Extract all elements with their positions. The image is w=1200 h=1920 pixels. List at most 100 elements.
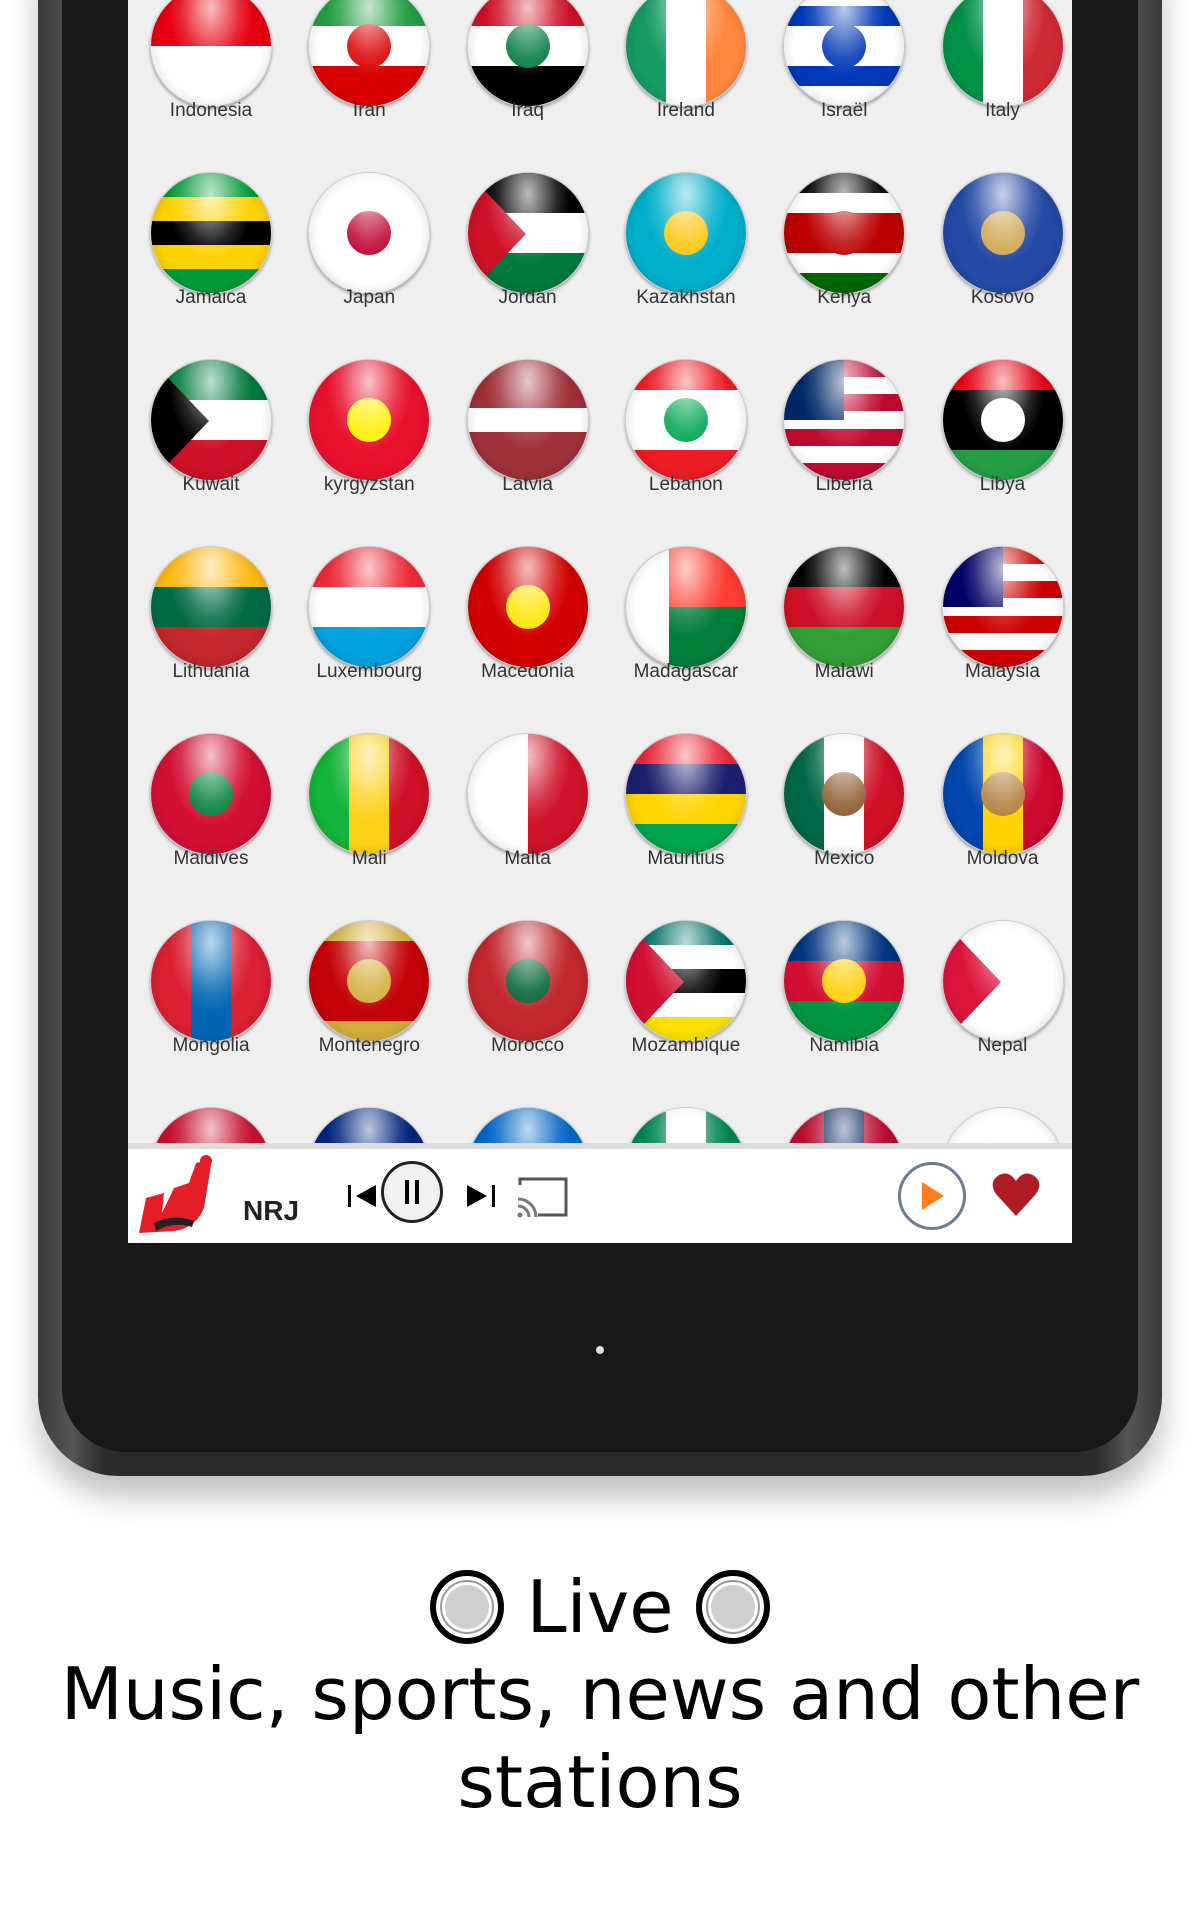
country-label: Latvia xyxy=(502,474,553,495)
camera-dot xyxy=(596,1346,604,1354)
country-label: kyrgyzstan xyxy=(323,474,415,495)
flag-icon xyxy=(466,546,589,668)
country-label: Iran xyxy=(352,100,386,121)
pause-button[interactable] xyxy=(381,1161,443,1223)
country-item[interactable]: Israël xyxy=(765,0,923,172)
country-item[interactable] xyxy=(132,1107,290,1143)
country-item[interactable]: Kosovo xyxy=(924,172,1073,359)
flag-icon xyxy=(308,546,431,668)
country-item[interactable]: kyrgyzstan xyxy=(290,359,448,546)
country-label: Montenegro xyxy=(318,1035,420,1056)
country-item[interactable]: Kenya xyxy=(765,172,923,359)
country-item[interactable]: Moldova xyxy=(924,733,1073,920)
country-label: Mozambique xyxy=(631,1035,741,1056)
cast-button[interactable] xyxy=(514,1173,572,1221)
country-item[interactable]: Mali xyxy=(290,733,448,920)
country-label: Maldives xyxy=(173,848,249,869)
skip-next-button[interactable] xyxy=(463,1179,497,1213)
flag-icon xyxy=(466,1107,589,1143)
country-item[interactable]: Jordan xyxy=(449,172,607,359)
app-screen: Indonesia Iran Iraq Ireland Israël Italy Jamai… xyxy=(128,0,1072,1243)
nrj-logo xyxy=(139,1155,212,1233)
flag-icon xyxy=(624,546,747,668)
play-button[interactable] xyxy=(898,1162,966,1230)
country-item[interactable]: Macedonia xyxy=(449,546,607,733)
country-item[interactable]: Kazakhstan xyxy=(607,172,765,359)
flag-icon xyxy=(466,172,589,294)
country-item[interactable] xyxy=(449,1107,607,1143)
country-item[interactable]: Lebanon xyxy=(607,359,765,546)
country-item[interactable] xyxy=(607,1107,765,1143)
country-item[interactable]: Malta xyxy=(449,733,607,920)
country-label: Lebanon xyxy=(648,474,723,495)
country-label: Japan xyxy=(343,287,396,308)
country-item[interactable]: Maldives xyxy=(132,733,290,920)
country-item[interactable]: Jamaica xyxy=(132,172,290,359)
country-item[interactable] xyxy=(765,1107,923,1143)
country-item[interactable]: Mauritius xyxy=(607,733,765,920)
country-item[interactable]: Kuwait xyxy=(132,359,290,546)
country-item[interactable]: Libya xyxy=(924,359,1073,546)
flag-icon xyxy=(466,920,589,1042)
country-item[interactable]: Latvia xyxy=(449,359,607,546)
country-item[interactable] xyxy=(290,1107,448,1143)
country-item[interactable]: Japan xyxy=(290,172,448,359)
flag-icon xyxy=(308,920,431,1042)
country-item[interactable]: Italy xyxy=(924,0,1073,172)
country-label: Israël xyxy=(820,100,868,121)
country-label: Mali xyxy=(351,848,387,869)
flag-icon xyxy=(624,172,747,294)
flag-icon xyxy=(783,920,906,1042)
flag-icon xyxy=(466,0,589,107)
skip-next-icon xyxy=(467,1185,495,1207)
skip-previous-icon xyxy=(348,1185,376,1207)
country-label: Macedonia xyxy=(481,661,575,682)
country-label: Libya xyxy=(979,474,1026,495)
flag-icon xyxy=(783,172,906,294)
flag-icon xyxy=(941,546,1064,668)
flag-icon xyxy=(783,359,906,481)
country-item[interactable]: Morocco xyxy=(449,920,607,1107)
country-item[interactable]: Iraq xyxy=(449,0,607,172)
tagline: Music, sports, news and other stations xyxy=(60,1652,1140,1824)
country-item[interactable]: Ireland xyxy=(607,0,765,172)
country-label: Liberia xyxy=(815,474,873,495)
country-label: Mauritius xyxy=(647,848,725,869)
flag-icon xyxy=(624,1107,747,1143)
country-label: Kosovo xyxy=(970,287,1035,308)
country-item[interactable]: Montenegro xyxy=(290,920,448,1107)
flag-icon xyxy=(308,733,431,855)
flag-icon xyxy=(941,733,1064,855)
country-label: Kenya xyxy=(817,287,872,308)
country-item[interactable]: Luxembourg xyxy=(290,546,448,733)
country-item[interactable] xyxy=(924,1107,1073,1143)
live-heading: Live xyxy=(0,1565,1200,1649)
country-item[interactable]: Indonesia xyxy=(132,0,290,172)
flag-icon xyxy=(150,546,272,668)
skip-previous-button[interactable] xyxy=(346,1179,380,1213)
country-item[interactable]: Madagascar xyxy=(607,546,765,733)
country-label: Italy xyxy=(985,100,1020,121)
country-item[interactable]: Liberia xyxy=(765,359,923,546)
country-item[interactable]: Nepal xyxy=(924,920,1073,1107)
flag-icon xyxy=(150,359,272,481)
country-item[interactable]: Mongolia xyxy=(132,920,290,1107)
flag-icon xyxy=(308,172,431,294)
flag-icon xyxy=(783,0,906,107)
country-item[interactable]: Mozambique xyxy=(607,920,765,1107)
flag-icon xyxy=(150,733,272,855)
flag-icon xyxy=(624,920,747,1042)
flag-icon xyxy=(308,0,431,107)
favorite-button[interactable] xyxy=(988,1169,1044,1221)
country-item[interactable]: Namibia xyxy=(765,920,923,1107)
flag-icon xyxy=(624,733,747,855)
country-item[interactable]: Lithuania xyxy=(132,546,290,733)
play-icon xyxy=(922,1182,944,1210)
pause-icon xyxy=(405,1180,419,1204)
country-item[interactable]: Mexico xyxy=(765,733,923,920)
country-item[interactable]: Iran xyxy=(290,0,448,172)
country-label: Mexico xyxy=(814,848,875,869)
country-item[interactable]: Malawi xyxy=(765,546,923,733)
flag-icon xyxy=(783,733,906,855)
country-item[interactable]: Malaysia xyxy=(924,546,1073,733)
